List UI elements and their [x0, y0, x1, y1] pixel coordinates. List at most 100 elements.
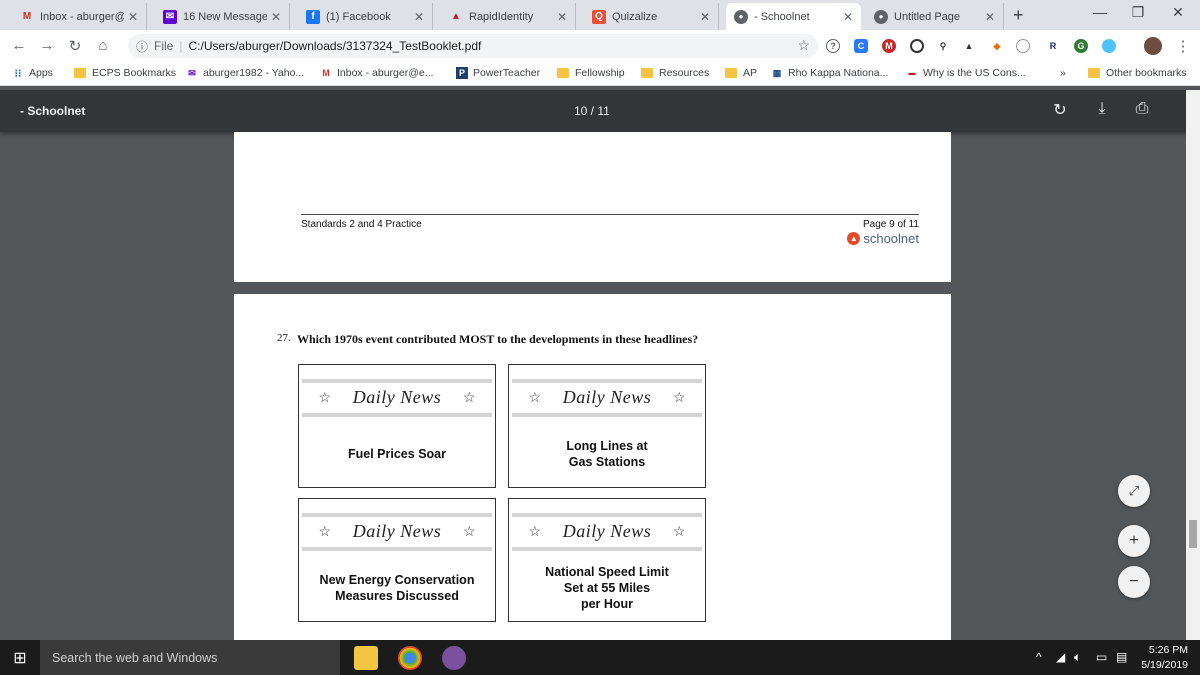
reload-button[interactable]: ↻ — [66, 37, 84, 55]
m-extension-icon[interactable]: M — [882, 39, 896, 53]
scrollbar[interactable] — [1186, 90, 1200, 640]
blue-extension-icon[interactable] — [1102, 39, 1116, 53]
arrow-extension-icon[interactable]: ▲ — [962, 39, 976, 53]
address-bar[interactable]: ⓘ File | C:/Users/aburger/Downloads/3137… — [128, 34, 818, 58]
logo-text: schoolnet — [863, 231, 919, 246]
close-icon[interactable]: ✕ — [557, 10, 567, 24]
bookmark-label: Apps — [29, 67, 53, 79]
circle-extension-icon[interactable] — [910, 39, 924, 53]
masthead: ☆ Daily News ☆ — [299, 387, 495, 408]
tab-facebook[interactable]: f (1) Facebook ✕ — [298, 3, 433, 30]
menu-kebab-icon[interactable]: ⋮ — [1174, 37, 1192, 55]
star-icon: ☆ — [318, 389, 332, 405]
bookmark-fellowship[interactable]: Fellowship — [557, 67, 625, 79]
masthead-title: Daily News — [562, 387, 652, 407]
info-icon[interactable]: ⓘ — [136, 38, 148, 55]
bookmark-overflow-button[interactable]: » — [1060, 67, 1066, 79]
page-icon: ● — [874, 9, 888, 24]
g-extension-icon[interactable]: G — [1074, 39, 1088, 53]
page-indicator[interactable]: 10 / 11 — [574, 104, 610, 118]
yahoo-mail-icon: ✉ — [163, 9, 177, 24]
bookmark-other[interactable]: Other bookmarks — [1088, 67, 1187, 79]
avatar[interactable] — [1144, 37, 1162, 55]
pdf-page-current: 27. Which 1970s event contributed MOST t… — [234, 294, 951, 640]
tab-yahoo-messages[interactable]: ✉ 16 New Messages ✕ — [155, 3, 290, 30]
masthead: ☆ Daily News ☆ — [509, 521, 705, 542]
folder-icon — [725, 68, 737, 78]
rotate-icon[interactable]: ↻ — [1050, 100, 1070, 120]
fit-page-button[interactable]: ⤢ — [1118, 475, 1150, 507]
bookmark-star-icon[interactable]: ☆ — [797, 37, 810, 54]
masthead: ☆ Daily News ☆ — [299, 521, 495, 542]
close-icon[interactable]: ✕ — [700, 10, 710, 24]
bookmark-resources[interactable]: Resources — [641, 67, 709, 79]
apps-grid-icon: ⁝⁝ — [14, 67, 22, 80]
masthead-band — [512, 413, 702, 417]
close-icon[interactable]: ✕ — [414, 10, 424, 24]
bookmark-rho-kappa[interactable]: ▦ Rho Kappa Nationa... — [771, 67, 889, 79]
scrollbar-thumb[interactable] — [1189, 520, 1197, 548]
profile-extension-icon[interactable] — [1016, 39, 1030, 53]
bookmark-ecps[interactable]: ECPS Bookmarks — [74, 67, 176, 79]
tab-rapididentity[interactable]: ▲ RapidIdentity ✕ — [441, 3, 576, 30]
masthead-band — [512, 547, 702, 551]
viber-icon[interactable] — [442, 646, 466, 670]
home-button[interactable]: ⌂ — [94, 37, 112, 54]
bookmark-apps[interactable]: ⁝⁝ Apps — [12, 67, 53, 80]
print-icon[interactable]: ⎙ — [1132, 100, 1152, 118]
taskbar-search-input[interactable]: Search the web and Windows — [40, 640, 340, 675]
rapididentity-icon: ▲ — [451, 11, 461, 22]
new-tab-button[interactable]: + — [1013, 5, 1024, 26]
close-window-button[interactable]: ✕ — [1168, 4, 1188, 21]
bookmark-yahoo[interactable]: ✉ aburger1982 - Yaho... — [186, 67, 304, 79]
masthead-title: Daily News — [562, 521, 652, 541]
minimize-button[interactable]: — — [1090, 4, 1110, 20]
volume-icon[interactable]: 🔈︎ — [1074, 650, 1081, 665]
masthead-title: Daily News — [352, 387, 442, 407]
bookmark-label: Other bookmarks — [1106, 67, 1187, 79]
clock-date: 5/19/2019 — [1141, 659, 1188, 671]
share-extension-icon[interactable]: ◆ — [990, 39, 1004, 53]
bookmark-why-us-cons[interactable]: ▬ Why is the US Cons... — [906, 67, 1026, 79]
windows-start-icon[interactable]: ⊞ — [0, 640, 40, 675]
headline-text: National Speed Limit Set at 55 Miles per… — [545, 565, 669, 611]
masthead-band — [302, 413, 492, 417]
masthead-band — [302, 379, 492, 383]
close-icon[interactable]: ✕ — [985, 10, 995, 24]
tab-title: - Schoolnet — [754, 10, 810, 23]
schoolnet-logo-icon: ▲ — [847, 232, 861, 245]
battery-icon[interactable]: ▭ — [1096, 650, 1107, 664]
tab-title: Inbox - aburger@ — [40, 10, 124, 23]
newspaper-card: ☆ Daily News ☆ New Energy Conservation M… — [298, 498, 496, 622]
file-explorer-icon[interactable] — [354, 646, 378, 670]
wifi-icon[interactable]: ◢ — [1056, 650, 1065, 664]
tab-quizalize[interactable]: Q Quizalize ✕ — [584, 3, 719, 30]
question-text: Which 1970s event contributed MOST to th… — [297, 332, 699, 346]
restore-button[interactable]: ❐ — [1128, 4, 1148, 21]
tab-untitled-page[interactable]: ● Untitled Page ✕ — [866, 3, 1004, 30]
tray-expand-icon[interactable]: ^ — [1036, 650, 1042, 664]
close-icon[interactable]: ✕ — [128, 10, 138, 24]
taskbar-clock[interactable]: 5:26 PM 5/19/2019 — [1141, 643, 1188, 673]
chrome-icon[interactable] — [398, 646, 422, 670]
notifications-icon[interactable]: ▤ — [1116, 650, 1127, 664]
r-extension-icon[interactable]: R — [1046, 39, 1060, 53]
pin-extension-icon[interactable]: ⚲ — [936, 39, 950, 53]
zoom-out-button[interactable]: − — [1118, 566, 1150, 598]
close-icon[interactable]: ✕ — [271, 10, 281, 24]
zoom-in-button[interactable]: + — [1118, 525, 1150, 557]
star-icon: ☆ — [528, 389, 542, 405]
download-icon[interactable]: ⤓ — [1092, 100, 1112, 118]
tab-schoolnet[interactable]: ● - Schoolnet ✕ — [726, 3, 861, 30]
masthead: ☆ Daily News ☆ — [509, 387, 705, 408]
c-extension-icon[interactable]: C — [854, 39, 868, 53]
bookmark-powerteacher[interactable]: P PowerTeacher — [456, 67, 540, 79]
pdf-toolbar: - Schoolnet 10 / 11 ↻ ⤓ ⎙ — [0, 90, 1200, 132]
tab-gmail-inbox[interactable]: M Inbox - aburger@ ✕ — [12, 3, 147, 30]
back-button[interactable]: ← — [10, 37, 28, 54]
forward-button[interactable]: → — [38, 37, 56, 54]
bookmark-gmail[interactable]: M Inbox - aburger@e... — [320, 67, 433, 79]
help-extension-icon[interactable]: ? — [826, 39, 840, 53]
bookmark-ap[interactable]: AP — [725, 67, 757, 79]
close-icon[interactable]: ✕ — [843, 10, 853, 24]
